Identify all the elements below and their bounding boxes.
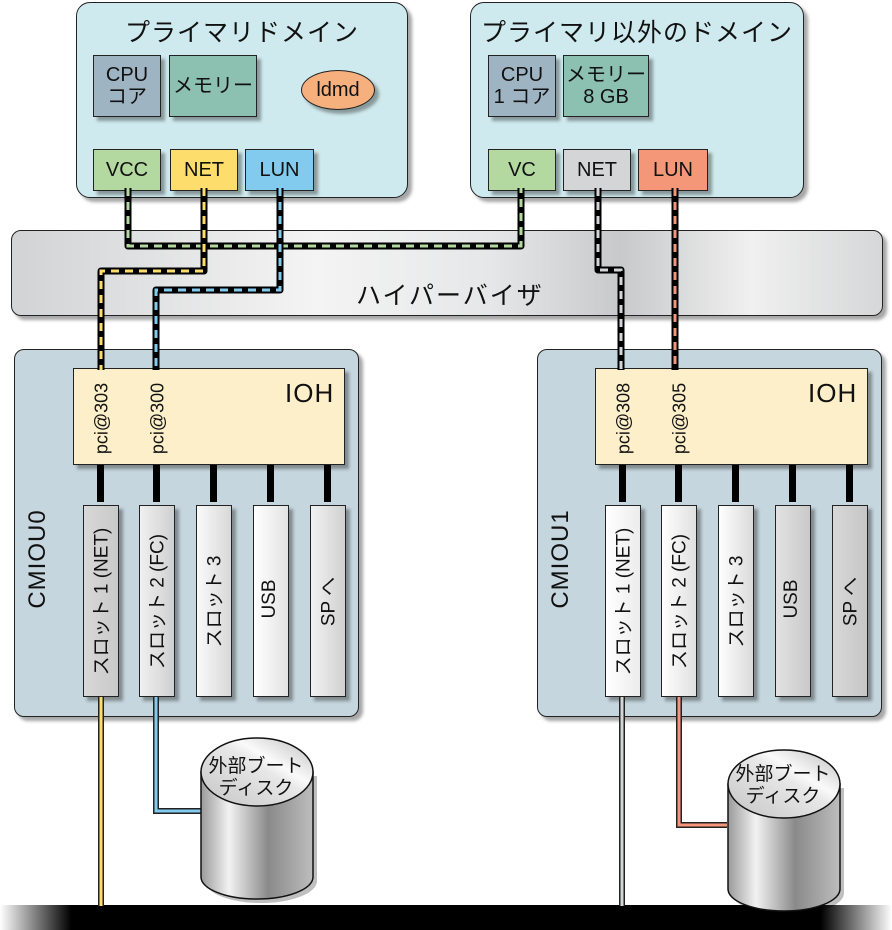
non-primary-vc-port: VC xyxy=(488,149,556,191)
primary-memory-label: メモリー xyxy=(173,75,253,97)
cmiou1-slot-connector xyxy=(675,462,682,502)
disk1-label-line2: ディスク xyxy=(745,785,821,807)
primary-domain-title: プライマリドメイン xyxy=(124,19,359,47)
cmiou0-slot-connector xyxy=(267,462,274,502)
cmiou0-slot-connector xyxy=(210,462,217,502)
non-primary-memory-size: 8 GB xyxy=(583,86,629,108)
cmiou0-slot-connector xyxy=(153,462,160,502)
cmiou1-slot-connector xyxy=(619,462,626,502)
non-primary-cpu-cores: 1 コア xyxy=(493,86,551,108)
cmiou1-label: CMIOU1 xyxy=(547,509,574,609)
primary-memory: メモリー xyxy=(169,55,257,117)
cmiou0-ioh-label: IOH xyxy=(285,378,335,408)
non-primary-domain-title: プライマリ以外のドメイン xyxy=(480,19,793,47)
cmiou1-ioh-label: IOH xyxy=(808,378,858,408)
network-floor xyxy=(0,905,892,930)
non-primary-domain: プライマリ以外のドメイン CPU 1 コア メモリー 8 GB VC NET L… xyxy=(470,2,804,198)
cmiou1-slot-connector xyxy=(789,462,796,502)
cmiou1-slot-label: スロット 3 xyxy=(726,555,748,648)
non-primary-net-port: NET xyxy=(563,149,631,191)
non-primary-lun-port: LUN xyxy=(638,149,708,191)
primary-domain: プライマリドメイン CPU コア メモリー ldmd VCC NET LUN xyxy=(76,2,408,198)
primary-lun-label: LUN xyxy=(259,159,300,181)
cmiou0-pci-303: pci@303 xyxy=(91,382,112,455)
ldmd-daemon: ldmd xyxy=(301,70,375,110)
cmiou1-slot-label: SP へ xyxy=(840,576,862,627)
cmiou1-slot-connector xyxy=(846,462,853,502)
cmiou0-slot-connector xyxy=(97,462,104,502)
non-primary-cpu: CPU 1 コア xyxy=(488,55,556,117)
primary-vcc-label: VCC xyxy=(105,159,149,181)
non-primary-net-label: NET xyxy=(577,159,617,181)
primary-cpu: CPU コア xyxy=(93,55,161,117)
disk1-label: 外部ブート ディスク xyxy=(723,764,843,808)
disk0-label-line1: 外部ブート xyxy=(208,756,304,777)
cmiou1-slot-label: スロット 2 (FC) xyxy=(669,533,691,670)
non-primary-cpu-label: CPU xyxy=(500,64,544,86)
cmiou1-pci-308: pci@308 xyxy=(613,382,634,455)
primary-net-port: NET xyxy=(170,149,238,191)
primary-net-label: NET xyxy=(184,159,224,181)
cmiou0-slot-label: スロット 1 (NET) xyxy=(91,527,113,676)
primary-lun-port: LUN xyxy=(245,149,314,191)
cmiou1-slot-connector xyxy=(732,462,739,502)
primary-cpu-label: CPU xyxy=(105,64,149,86)
disk1-label-line1: 外部ブート xyxy=(735,764,831,785)
cmiou0-slot-label: スロット 3 xyxy=(204,555,226,648)
cmiou0-slot-connector xyxy=(324,462,331,502)
cmiou1-slot-label: スロット 1 (NET) xyxy=(613,527,635,676)
hypervisor-label: ハイパーバイザ xyxy=(356,282,544,310)
cmiou0-slot-label: SP へ xyxy=(318,576,340,627)
cmiou0-label: CMIOU0 xyxy=(24,509,51,609)
disk0-label: 外部ブート ディスク xyxy=(196,756,316,800)
cmiou1-pci-305: pci@305 xyxy=(669,382,690,455)
cmiou1-slot-label: USB xyxy=(781,579,802,619)
non-primary-vc-label: VC xyxy=(508,159,536,181)
cmiou0-pci-300: pci@300 xyxy=(147,382,168,455)
non-primary-memory: メモリー 8 GB xyxy=(563,55,649,117)
ldmd-label: ldmd xyxy=(316,78,360,101)
cmiou0-slot-label: USB xyxy=(259,579,280,619)
disk0-label-line2: ディスク xyxy=(218,777,294,799)
non-primary-memory-label: メモリー xyxy=(566,64,646,86)
primary-vcc-port: VCC xyxy=(93,149,161,191)
non-primary-lun-label: LUN xyxy=(652,159,693,181)
primary-cpu-cores: コア xyxy=(107,86,147,108)
cmiou0-slot-label: スロット 2 (FC) xyxy=(147,533,169,670)
